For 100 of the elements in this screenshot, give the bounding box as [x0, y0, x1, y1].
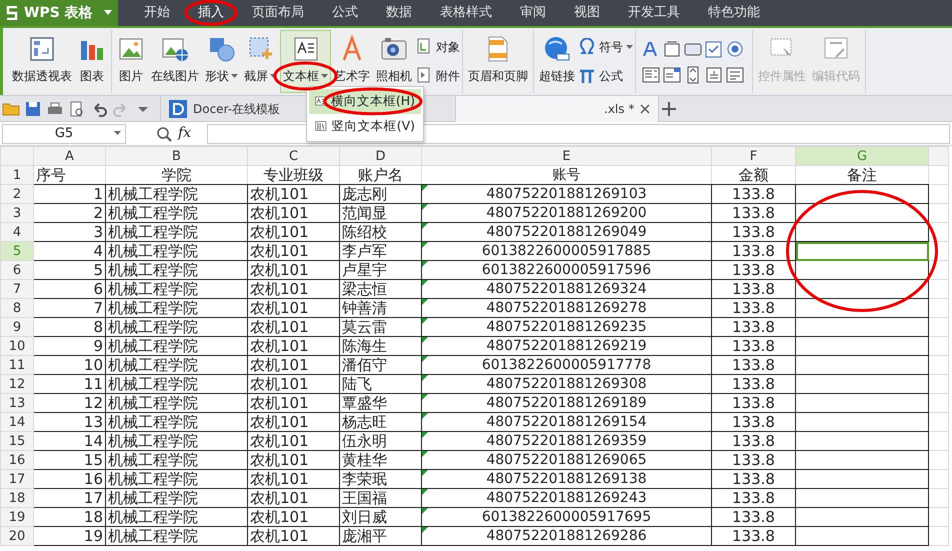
menu-tab[interactable]: 特色功能	[694, 0, 774, 26]
row-header[interactable]: 18	[0, 488, 34, 508]
list-box-icon[interactable]	[642, 66, 660, 84]
row-header[interactable]: 8	[0, 298, 34, 318]
search-icon[interactable]	[156, 126, 172, 142]
ribbon-button[interactable]: 符号	[578, 38, 633, 56]
row-header[interactable]: 9	[0, 318, 34, 336]
row-header[interactable]: 15	[0, 432, 34, 450]
table-cell: 陆飞	[342, 376, 372, 392]
row-header[interactable]: 16	[0, 450, 34, 470]
table-cell: 农机101	[250, 528, 309, 544]
row-header[interactable]: 7	[0, 280, 34, 298]
label-box-icon[interactable]	[663, 40, 681, 58]
table-cell: 机械工程学院	[108, 338, 198, 354]
table-cell: 机械工程学院	[108, 508, 198, 526]
row-header[interactable]: 13	[0, 394, 34, 412]
text-list-icon[interactable]	[726, 66, 744, 84]
column-title: 金额	[738, 166, 768, 184]
table-cell: 133.8	[732, 432, 775, 450]
close-icon[interactable]	[640, 104, 650, 114]
table-cell: 480752201881269324	[486, 280, 647, 296]
table-cell: 机械工程学院	[108, 394, 198, 412]
shapes-icon	[208, 35, 236, 63]
table-cell: 133.8	[732, 300, 775, 316]
table-cell: 王国福	[342, 490, 387, 506]
table-cell: 133.8	[732, 318, 775, 336]
table-cell: 机械工程学院	[108, 490, 198, 506]
table-cell: 机械工程学院	[108, 452, 198, 468]
menu-tab[interactable]: 开始	[130, 0, 184, 26]
combo-box-icon[interactable]	[663, 66, 681, 84]
menu-tab[interactable]: 表格样式	[426, 0, 506, 26]
menu-tab[interactable]: 数据	[372, 0, 426, 26]
caret-icon[interactable]	[114, 131, 121, 136]
ribbon-button[interactable]: 公式	[578, 67, 633, 86]
row-header[interactable]: 12	[0, 374, 34, 394]
radio-button-icon[interactable]	[726, 40, 744, 58]
table-cell: 农机101	[250, 452, 309, 468]
table-cell: 6013822600005917885	[482, 242, 652, 258]
table-cell: 19	[84, 528, 103, 544]
table-cell: 钟善清	[342, 300, 387, 316]
menu-item[interactable]: 竖向文本框(V)	[309, 114, 421, 138]
column-header[interactable]: B	[106, 146, 248, 166]
pi-icon	[578, 67, 596, 86]
app-logo: WPS 表格	[24, 4, 93, 22]
row-header[interactable]: 1	[0, 166, 34, 184]
row-header[interactable]: 11	[0, 356, 34, 374]
formula-label[interactable]: fx	[178, 123, 192, 144]
ribbon-button[interactable]: 附件	[415, 67, 460, 86]
table-cell: 莫云雷	[342, 318, 387, 336]
table-cell: 480752201881269154	[486, 414, 647, 430]
table-cell: 农机101	[250, 204, 309, 222]
table-cell: 133.8	[732, 508, 775, 526]
column-header[interactable]: E	[422, 146, 712, 166]
column-title: 账户名	[358, 166, 403, 184]
table-cell: 潘佰守	[342, 356, 387, 374]
menu-tab[interactable]: 审阅	[506, 0, 560, 26]
table-cell: 133.8	[732, 242, 775, 260]
menu-tab[interactable]: 页面布局	[238, 0, 318, 26]
table-cell: 农机101	[250, 490, 309, 506]
caret-icon[interactable]	[104, 10, 112, 16]
table-cell: 农机101	[250, 508, 309, 526]
row-header[interactable]: 10	[0, 336, 34, 356]
table-cell: 机械工程学院	[108, 356, 198, 374]
table-cell: 4	[93, 242, 103, 260]
globe-link-icon	[543, 35, 571, 63]
table-cell: 农机101	[250, 262, 309, 278]
table-cell: 农机101	[250, 300, 309, 316]
table-cell: 133.8	[732, 262, 775, 278]
name-box[interactable]: G5	[2, 124, 126, 144]
table-cell: 480752201881269189	[486, 394, 647, 410]
plus-icon[interactable]	[661, 100, 678, 116]
table-cell: 12	[84, 394, 103, 412]
table-cell: 农机101	[250, 224, 309, 240]
row-header[interactable]: 14	[0, 412, 34, 432]
row-header[interactable]: 2	[0, 184, 34, 204]
menu-tab[interactable]: 公式	[318, 0, 372, 26]
column-header[interactable]: F	[712, 146, 796, 166]
menu-tab[interactable]: 插入	[184, 0, 238, 26]
column-header[interactable]: D	[340, 146, 422, 166]
menu-tab[interactable]: 开发工具	[614, 0, 694, 26]
column-header[interactable]: A	[34, 146, 106, 166]
table-cell: 梁志恒	[342, 280, 387, 298]
active-cell[interactable]	[796, 242, 928, 260]
row-header[interactable]: 19	[0, 508, 34, 526]
table-cell: 133.8	[732, 470, 775, 488]
column-header[interactable]: C	[248, 146, 340, 166]
table-cell: 机械工程学院	[108, 414, 198, 430]
table-cell: 480752201881269308	[486, 376, 647, 392]
row-header[interactable]: 3	[0, 204, 34, 222]
ribbon-button[interactable]: 对象	[415, 38, 460, 56]
table-cell: 黄桂华	[342, 452, 387, 468]
row-header[interactable]: 4	[0, 222, 34, 242]
checkbox-icon[interactable]	[705, 40, 723, 58]
document-tab[interactable]: .xls *	[456, 96, 660, 122]
letter-a-icon[interactable]	[642, 40, 660, 58]
row-header[interactable]: 20	[0, 526, 34, 546]
row-header[interactable]: 17	[0, 470, 34, 488]
save-icon[interactable]	[24, 100, 42, 118]
menu-tab[interactable]: 视图	[560, 0, 614, 26]
row-header[interactable]: 6	[0, 260, 34, 280]
